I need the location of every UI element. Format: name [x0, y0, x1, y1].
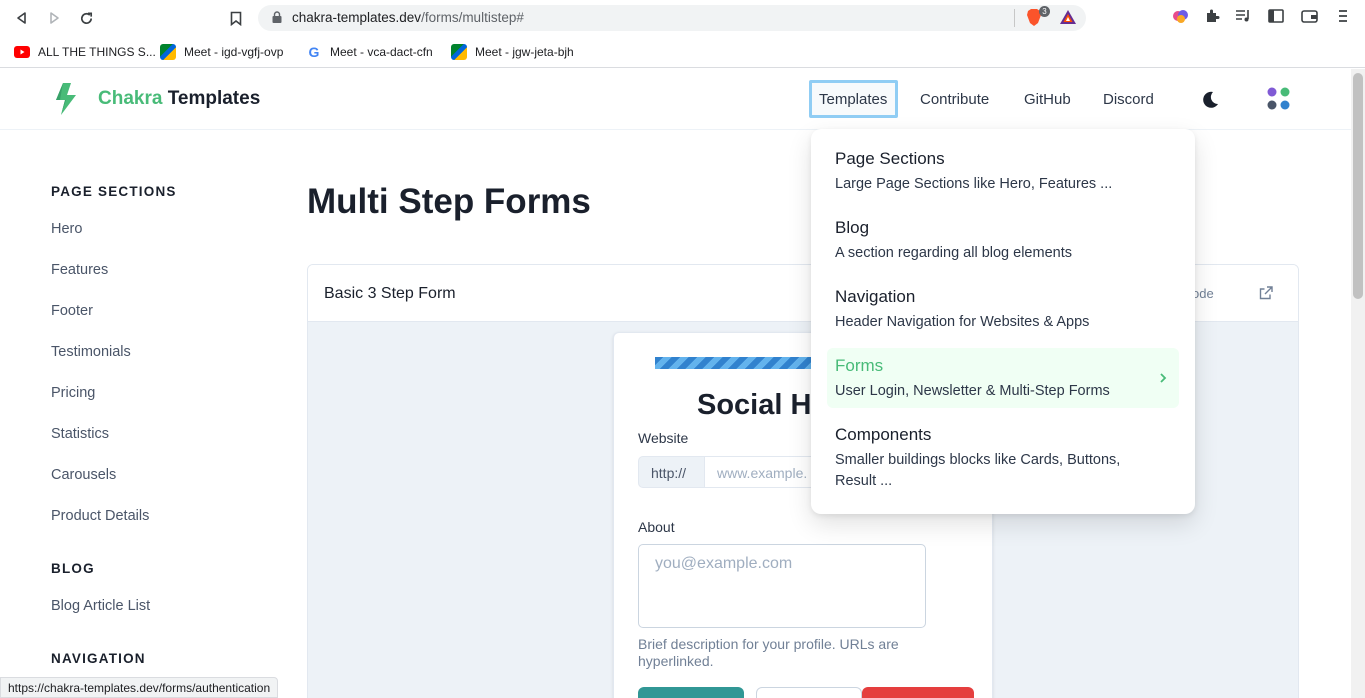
- sidebar-link-footer[interactable]: Footer: [51, 303, 93, 319]
- address-bar[interactable]: chakra-templates.dev/forms/multistep# 3: [258, 5, 1086, 31]
- card-title: Basic 3 Step Form: [324, 285, 456, 302]
- scrollbar-thumb[interactable]: [1353, 73, 1363, 299]
- brave-badge: 3: [1039, 6, 1050, 17]
- nav-contribute[interactable]: Contribute: [920, 91, 989, 108]
- moon-icon[interactable]: [1201, 90, 1220, 109]
- menu-item-desc: Smaller buildings blocks like Cards, But…: [835, 452, 1121, 489]
- bookmarks-bar: ALL THE THINGS S... Meet - igd-vgfj-ovp …: [0, 36, 1365, 68]
- menu-item-title: Blog: [835, 218, 870, 237]
- menu-item-title: Page Sections: [835, 149, 945, 168]
- back-button[interactable]: [638, 687, 744, 698]
- menu-item-forms[interactable]: Forms User Login, Newsletter & Multi-Ste…: [827, 348, 1179, 408]
- sidebar-link-hero[interactable]: Hero: [51, 221, 82, 237]
- reload-icon[interactable]: [76, 8, 96, 28]
- sidebar-link-statistics[interactable]: Statistics: [51, 426, 109, 442]
- menu-item-desc: Header Navigation for Websites & Apps: [835, 314, 1090, 330]
- status-bar-url: https://chakra-templates.dev/forms/authe…: [0, 677, 279, 698]
- next-button[interactable]: [756, 687, 862, 698]
- back-icon[interactable]: [12, 8, 32, 28]
- sidebar-link-blog-article-list[interactable]: Blog Article List: [51, 598, 150, 614]
- bookmark-icon[interactable]: [226, 8, 246, 28]
- menu-item-page-sections[interactable]: Page Sections Large Page Sections like H…: [827, 141, 1179, 201]
- lock-icon: [272, 11, 282, 23]
- sidebar-toggle-icon[interactable]: [1268, 8, 1284, 24]
- sidebar-link-features[interactable]: Features: [51, 262, 108, 278]
- menu-item-title: Components: [835, 425, 932, 444]
- web-page: Chakra Templates Templates Contribute Gi…: [0, 69, 1351, 698]
- browser-toolbar: chakra-templates.dev/forms/multistep# 3: [0, 0, 1365, 36]
- meet-icon: [160, 44, 176, 60]
- code-tab[interactable]: ode: [1192, 286, 1214, 301]
- nav-discord[interactable]: Discord: [1103, 91, 1154, 108]
- lightning-logo-icon[interactable]: [54, 82, 78, 116]
- menu-item-title: Forms: [835, 356, 884, 375]
- external-link-icon[interactable]: [1259, 286, 1273, 300]
- menu-item-blog[interactable]: Blog A section regarding all blog elemen…: [827, 210, 1179, 270]
- wallet-icon[interactable]: [1301, 8, 1318, 24]
- templates-dropdown: Page Sections Large Page Sections like H…: [811, 129, 1195, 514]
- form-title: Social H: [697, 389, 812, 421]
- bookmark-item[interactable]: Meet - jgw-jeta-bjh: [451, 42, 574, 62]
- menu-item-title: Navigation: [835, 287, 916, 306]
- bat-rewards-icon[interactable]: [1059, 9, 1077, 25]
- menu-item-desc: Large Page Sections like Hero, Features …: [835, 176, 1113, 192]
- url-text: chakra-templates.dev/forms/multistep#: [292, 10, 524, 25]
- about-textarea[interactable]: you@example.com: [638, 544, 926, 628]
- sidebar-link-carousels[interactable]: Carousels: [51, 467, 116, 483]
- media-control-icon[interactable]: [1235, 8, 1252, 24]
- website-addon: http://: [638, 456, 705, 488]
- extensions-puzzle-icon[interactable]: [1204, 8, 1220, 24]
- menu-item-desc: A section regarding all blog elements: [835, 245, 1072, 261]
- bookmark-item[interactable]: ALL THE THINGS S...: [14, 42, 156, 62]
- menu-item-desc: User Login, Newsletter & Multi-Step Form…: [835, 383, 1110, 399]
- nav-github[interactable]: GitHub: [1024, 91, 1071, 108]
- sidebar-heading-navigation: NAVIGATION: [51, 651, 146, 666]
- logo-text[interactable]: Chakra Templates: [98, 88, 260, 110]
- helper-text: Brief description for your profile. URLs…: [638, 636, 899, 669]
- chevron-right-icon: [1160, 373, 1167, 383]
- youtube-icon: [14, 46, 30, 58]
- website-label: Website: [638, 430, 689, 446]
- page-title: Multi Step Forms: [307, 182, 591, 221]
- url-divider: [1014, 9, 1015, 27]
- sidebar-heading-page-sections: PAGE SECTIONS: [51, 184, 177, 199]
- bookmark-item[interactable]: Meet - igd-vgfj-ovp: [160, 42, 283, 62]
- bookmark-item[interactable]: G Meet - vca-dact-cfn: [306, 42, 433, 62]
- sidebar-heading-blog: BLOG: [51, 561, 95, 576]
- nav-templates[interactable]: Templates: [819, 91, 887, 108]
- sidebar-link-testimonials[interactable]: Testimonials: [51, 344, 131, 360]
- sidebar-link-product-details[interactable]: Product Details: [51, 508, 149, 524]
- meet-icon: [451, 44, 467, 60]
- forward-icon[interactable]: [44, 8, 64, 28]
- avatar-dots-icon[interactable]: [1267, 87, 1291, 111]
- submit-button[interactable]: [862, 687, 974, 698]
- browser-menu-icon[interactable]: [1337, 8, 1349, 24]
- sidebar-link-pricing[interactable]: Pricing: [51, 385, 95, 401]
- site-header: Chakra Templates Templates Contribute Gi…: [0, 69, 1351, 130]
- page-scrollbar[interactable]: [1351, 69, 1365, 698]
- extension-brain-icon[interactable]: [1172, 8, 1190, 26]
- about-label: About: [638, 519, 675, 535]
- menu-item-navigation[interactable]: Navigation Header Navigation for Website…: [827, 279, 1179, 339]
- menu-item-components[interactable]: Components Smaller buildings blocks like…: [827, 417, 1179, 497]
- google-icon: G: [306, 44, 322, 60]
